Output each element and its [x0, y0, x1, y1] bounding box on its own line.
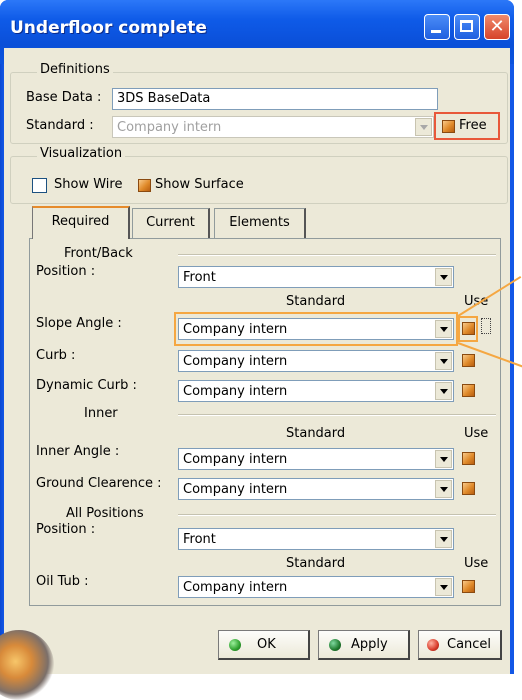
ok-label: OK: [257, 637, 276, 652]
maximize-icon: [460, 20, 473, 32]
inner-angle-dropdown[interactable]: Company intern: [178, 448, 454, 470]
front-back-use-header: Use: [464, 294, 489, 309]
standard-value: Company intern: [117, 120, 222, 135]
decorative-glow: [0, 630, 54, 700]
base-data-field[interactable]: 3DS BaseData: [112, 88, 438, 110]
slope-angle-use-focus: [481, 318, 491, 334]
show-surface-icon[interactable]: [138, 179, 151, 192]
ground-clearance-label: Ground Clearence :: [36, 476, 162, 491]
show-surface-label: Show Surface: [155, 177, 244, 192]
standard-label: Standard :: [26, 118, 94, 133]
all-positions-position-value: Front: [183, 532, 216, 547]
front-back-heading: Front/Back: [64, 246, 133, 261]
chevron-down-icon: [435, 320, 452, 338]
dynamic-curb-value: Company intern: [183, 384, 288, 399]
visualization-legend: Visualization: [37, 146, 126, 161]
curb-use-icon[interactable]: [462, 354, 475, 367]
inner-standard-header: Standard: [286, 426, 346, 441]
window-title: Underfloor complete: [10, 18, 207, 38]
free-toggle-icon[interactable]: [442, 120, 455, 133]
all-positions-position-label: Position :: [36, 522, 96, 537]
curb-label: Curb :: [36, 348, 76, 363]
minimize-icon: [431, 30, 441, 33]
tab-current[interactable]: Current: [132, 208, 210, 238]
base-data-label: Base Data :: [26, 90, 102, 105]
apply-icon: [329, 639, 341, 651]
close-icon: ✕: [489, 16, 505, 37]
chevron-down-icon: [435, 480, 452, 498]
ok-button[interactable]: OK: [218, 630, 310, 660]
inner-angle-use-icon[interactable]: [462, 452, 475, 465]
slope-angle-dropdown[interactable]: Company intern: [178, 318, 454, 340]
all-positions-use-header: Use: [464, 556, 489, 571]
oil-tub-value: Company intern: [183, 580, 288, 595]
apply-button[interactable]: Apply: [318, 630, 410, 660]
ground-clearance-dropdown[interactable]: Company intern: [178, 478, 454, 500]
maximize-button[interactable]: [454, 14, 480, 40]
chevron-down-icon: [435, 382, 452, 400]
inner-heading: Inner: [84, 406, 118, 421]
front-back-separator: [178, 254, 496, 256]
inner-angle-value: Company intern: [183, 452, 288, 467]
close-button[interactable]: ✕: [484, 14, 510, 40]
definitions-legend: Definitions: [37, 62, 113, 77]
curb-dropdown[interactable]: Company intern: [178, 350, 454, 372]
dialog-window: Underfloor complete ✕ Definitions Base D…: [0, 0, 522, 700]
tab-elements[interactable]: Elements: [214, 208, 306, 238]
oil-tub-dropdown[interactable]: Company intern: [178, 576, 454, 598]
free-label: Free: [459, 118, 487, 133]
front-back-standard-header: Standard: [286, 294, 346, 309]
inner-separator: [178, 414, 496, 416]
tab-required[interactable]: Required: [32, 206, 130, 239]
cancel-label: Cancel: [447, 637, 492, 652]
slope-angle-use-icon[interactable]: [462, 322, 475, 335]
front-back-position-dropdown[interactable]: Front: [178, 266, 454, 288]
ground-clearance-use-icon[interactable]: [462, 482, 475, 495]
standard-dropdown[interactable]: Company intern: [112, 116, 434, 138]
show-wire-label: Show Wire: [54, 177, 123, 192]
oil-tub-use-icon[interactable]: [462, 580, 475, 593]
minimize-button[interactable]: [424, 14, 450, 40]
tab-panel-required: [29, 238, 501, 606]
ok-icon: [229, 639, 241, 651]
chevron-down-icon: [435, 268, 452, 286]
cancel-icon: [427, 639, 439, 651]
slope-angle-label: Slope Angle :: [36, 316, 122, 331]
inner-angle-label: Inner Angle :: [36, 444, 120, 459]
dynamic-curb-use-icon[interactable]: [462, 384, 475, 397]
dynamic-curb-dropdown[interactable]: Company intern: [178, 380, 454, 402]
inner-use-header: Use: [464, 426, 489, 441]
cancel-button[interactable]: Cancel: [418, 630, 502, 660]
slope-angle-value: Company intern: [183, 322, 288, 337]
all-positions-position-dropdown[interactable]: Front: [178, 528, 454, 550]
oil-tub-label: Oil Tub :: [36, 574, 89, 589]
apply-label: Apply: [351, 637, 388, 652]
chevron-down-icon: [435, 352, 452, 370]
front-back-position-label: Position :: [36, 264, 96, 279]
all-positions-standard-header: Standard: [286, 556, 346, 571]
chevron-down-icon: [435, 578, 452, 596]
ground-clearance-value: Company intern: [183, 482, 288, 497]
curb-value: Company intern: [183, 354, 288, 369]
show-wire-checkbox[interactable]: [32, 178, 47, 193]
chevron-down-icon: [415, 118, 432, 136]
chevron-down-icon: [435, 530, 452, 548]
front-back-position-value: Front: [183, 270, 216, 285]
all-positions-heading: All Positions: [66, 506, 144, 521]
dynamic-curb-label: Dynamic Curb :: [36, 378, 137, 393]
chevron-down-icon: [435, 450, 452, 468]
all-positions-separator: [178, 514, 496, 516]
